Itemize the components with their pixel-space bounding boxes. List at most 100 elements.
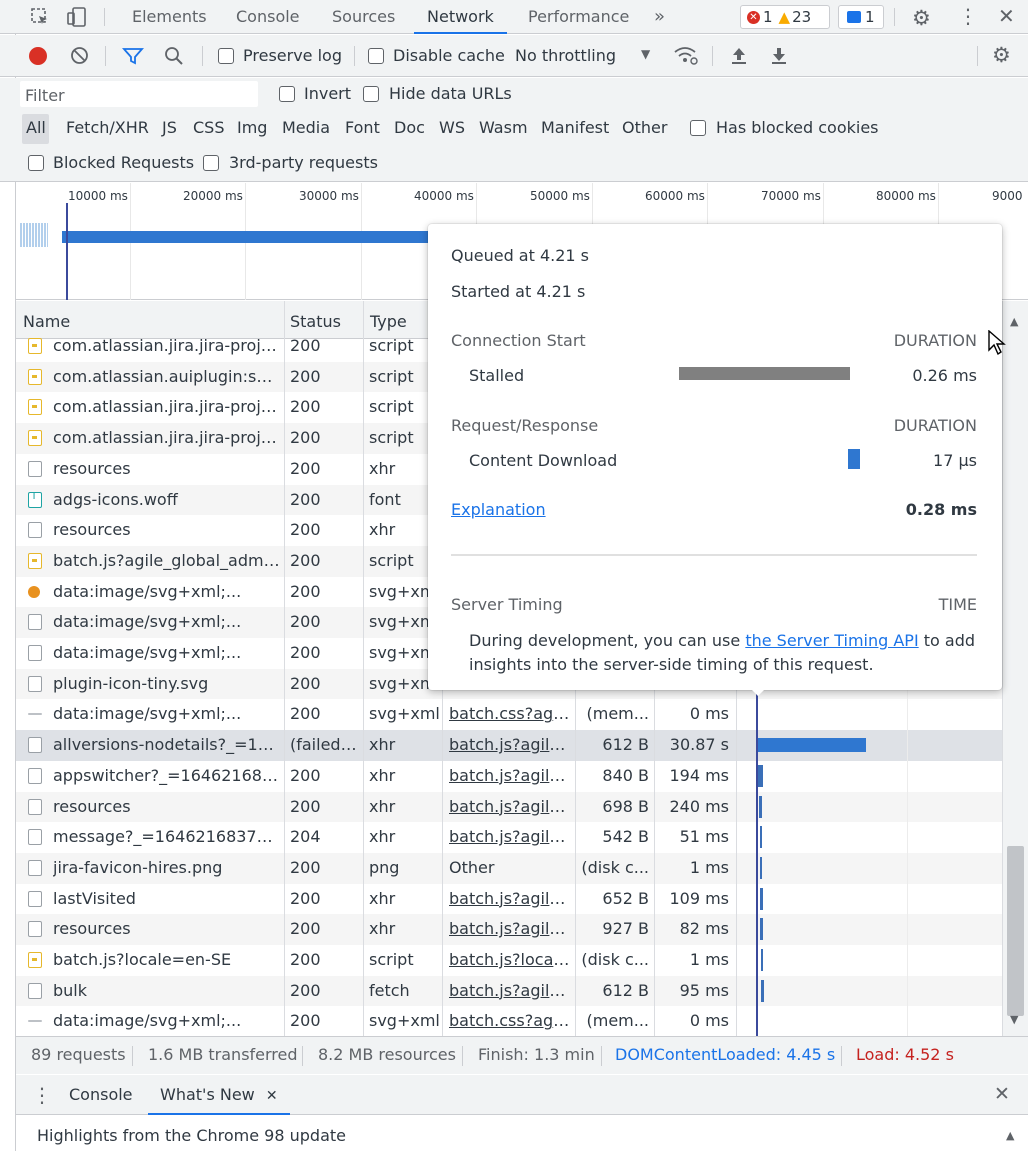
more-tabs-button[interactable]: » [654,0,665,34]
cell-status: 200 [290,336,321,355]
cell-status: 200 [290,612,321,632]
table-row[interactable]: jira-favicon-hires.png 200 png Other (disk c… [16,852,1002,884]
table-row[interactable]: message?_=1646216837013 204 xhr batch.js?ag… [16,822,1002,853]
drawer-menu-icon[interactable]: ⋮ [32,1083,52,1107]
device-toolbar-icon[interactable] [66,6,88,28]
type-filter-js[interactable]: JS [162,118,177,137]
export-har-icon[interactable] [769,45,789,67]
image-file-icon [28,1020,42,1023]
cell-initiator[interactable]: batch.css?agil... [449,699,573,729]
type-filter-media[interactable]: Media [282,118,330,137]
messages-badge[interactable]: 1 [838,5,884,29]
throttling-select[interactable]: No throttling [515,46,616,65]
table-row[interactable]: resources 200 xhr batch.js?agile... 927 B 82 … [16,914,1002,945]
type-filter-doc[interactable]: Doc [394,118,425,137]
cell-time: 1 ms [689,857,729,877]
drawer-tab-whats-new[interactable]: What's New ✕ [148,1075,290,1115]
type-filter-font[interactable]: Font [345,118,380,137]
scroll-up-arrow-icon[interactable]: ▲ [1010,315,1018,328]
cell-initiator[interactable]: batch.js?local... [449,945,573,975]
table-row[interactable]: allversions-nodetails?_=16... (failed)...… [16,730,1002,761]
dropdown-arrow-icon[interactable]: ▼ [641,47,650,61]
image-file-icon [28,614,42,631]
type-filter-ws[interactable]: WS [439,118,465,137]
inspect-element-icon[interactable] [30,7,50,27]
clear-icon[interactable] [70,46,89,65]
cell-initiator[interactable]: Other [449,853,573,883]
table-row[interactable]: appswitcher?_=164621683... 200 xhr batch.js… [16,761,1002,792]
tab-sources[interactable]: Sources [332,0,395,34]
cell-size: 612 B [602,735,649,755]
cell-initiator[interactable]: batch.js?agile... [449,761,573,791]
overview-tick: 9000 [992,189,1023,203]
table-row[interactable]: batch.js?locale=en-SE 200 script batch.js?l… [16,945,1002,976]
type-filter-manifest[interactable]: Manifest [541,118,609,137]
cell-status: 200 [290,980,321,1000]
table-row[interactable]: resources 200 xhr batch.js?agile... 698 B 240… [16,791,1002,823]
scroll-down-arrow-icon[interactable]: ▼ [1010,1013,1018,1026]
overview-tick: 70000 ms [761,189,821,203]
table-row[interactable]: bulk 200 fetch batch.js?agile... 612 B 95 ms [16,975,1002,1007]
cell-initiator[interactable]: batch.js?agile... [449,792,573,822]
scrollbar-thumb[interactable] [1007,846,1024,1016]
kebab-menu-icon[interactable]: ⋮ [958,4,978,28]
drawer-tab-console[interactable]: Console [69,1085,133,1104]
issues-badge[interactable]: ✕ 1 ▲ 23 [740,5,830,29]
table-row[interactable]: lastVisited 200 xhr batch.js?agile... 652 B 1… [16,884,1002,915]
cell-initiator[interactable]: batch.js?agile... [449,822,573,852]
cell-size: 542 B [602,827,649,847]
close-devtools-icon[interactable]: ✕ [998,4,1015,28]
cell-name: com.atlassian.jira.jira-proje... [53,428,281,448]
table-row[interactable]: data:image/svg+xml;... 200 svg+xml batch.cs… [16,1006,1002,1036]
cell-size: (disk c... [581,950,649,969]
invert-checkbox[interactable] [279,86,295,102]
cell-initiator[interactable]: batch.css?agil... [449,1006,573,1036]
hide-data-urls-checkbox[interactable] [363,86,379,102]
cell-type: xhr [369,919,396,939]
overview-tick: 30000 ms [299,189,359,203]
has-blocked-cookies-checkbox[interactable] [690,120,706,136]
content-download-bar [848,449,860,469]
preserve-log-checkbox[interactable] [218,48,234,64]
third-party-checkbox[interactable] [203,155,219,171]
tab-console[interactable]: Console [236,0,300,34]
tab-performance[interactable]: Performance [528,0,629,34]
type-filter-css[interactable]: CSS [193,118,224,137]
cell-initiator[interactable]: batch.js?agile... [449,976,573,1006]
document-file-icon [28,829,42,846]
type-filter-other[interactable]: Other [622,118,667,137]
cell-size: 698 B [602,796,649,816]
cell-time: 109 ms [669,888,729,908]
cell-status: (failed)... [290,735,360,755]
vertical-scrollbar[interactable]: ▲ ▼ [1002,301,1028,1036]
filter-icon[interactable] [122,46,144,66]
cell-status: 200 [290,765,321,785]
queued-at: Queued at 4.21 s [451,246,590,265]
cell-initiator[interactable]: batch.js?agile... [449,884,573,914]
network-settings-gear-icon[interactable]: ⚙ [992,43,1011,67]
table-row[interactable]: data:image/svg+xml;... 200 svg+xml batch.cs… [16,699,1002,730]
cell-initiator[interactable]: batch.js?agile... [449,730,573,760]
filter-input[interactable]: Filter [20,81,258,107]
tab-network[interactable]: Network [414,0,507,34]
cell-initiator[interactable]: batch.js?agile... [449,914,573,944]
waterfall-bar [758,738,866,753]
import-har-icon[interactable] [729,45,749,67]
server-timing-api-link[interactable]: the Server Timing API [745,631,918,650]
type-filter-img[interactable]: Img [237,118,267,137]
record-icon[interactable] [29,47,47,65]
explanation-link[interactable]: Explanation [451,500,546,519]
tab-elements[interactable]: Elements [132,0,207,34]
network-conditions-icon[interactable] [673,44,699,66]
search-icon[interactable] [163,45,185,67]
disable-cache-checkbox[interactable] [368,48,384,64]
drawer-scroll-up-icon[interactable]: ▲ [1006,1129,1014,1142]
settings-gear-icon[interactable]: ⚙ [912,6,931,30]
stalled-bar [679,367,850,380]
cell-status: 200 [290,796,321,816]
close-tab-icon[interactable]: ✕ [266,1088,278,1104]
close-drawer-icon[interactable]: ✕ [994,1083,1010,1105]
blocked-requests-checkbox[interactable] [28,155,44,171]
type-filter-fetch-xhr[interactable]: Fetch/XHR [66,118,149,137]
type-filter-wasm[interactable]: Wasm [479,118,528,137]
